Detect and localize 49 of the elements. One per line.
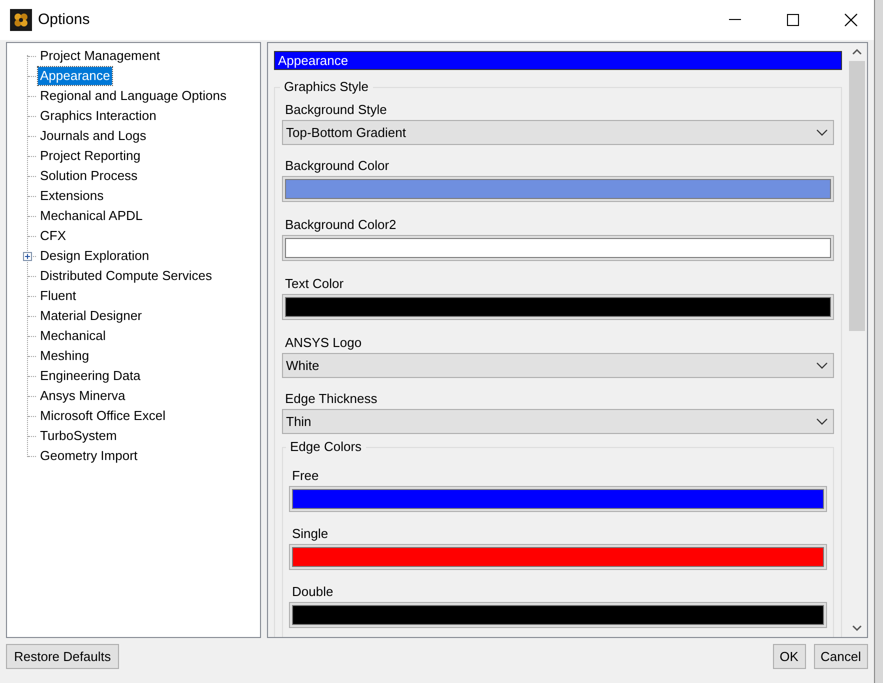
tree-item[interactable]: Microsoft Office Excel (38, 407, 168, 425)
tree-item[interactable]: Solution Process (38, 167, 140, 185)
tree-item[interactable]: Mechanical (38, 327, 108, 345)
app-logo-icon (10, 9, 32, 31)
field-label: Background Color2 (285, 217, 396, 233)
field-label: Background Color (285, 158, 390, 174)
ok-button[interactable]: OK (772, 644, 806, 669)
cancel-button[interactable]: Cancel (814, 644, 868, 669)
tree-item[interactable]: Design Exploration (38, 247, 152, 265)
page-heading: Appearance (274, 51, 842, 70)
group-title: Edge Colors (286, 439, 366, 455)
scroll-thumb[interactable] (849, 61, 865, 331)
chevron-down-icon (816, 362, 828, 370)
tree-item[interactable]: Appearance (38, 67, 112, 85)
tree-item[interactable]: Project Management (38, 47, 162, 65)
field-label: Free (292, 468, 319, 484)
tree-item[interactable]: Engineering Data (38, 367, 142, 385)
tree-item[interactable]: Distributed Compute Services (38, 267, 214, 285)
field-label: Edge Thickness (285, 391, 378, 407)
window-title: Options (38, 10, 90, 30)
tree-item[interactable]: CFX (38, 227, 68, 245)
field-label: Single (292, 526, 328, 542)
dropdown[interactable]: White (282, 353, 834, 378)
field-label: Background Style (285, 102, 387, 118)
tree-item[interactable]: Fluent (38, 287, 78, 305)
field-label: Double (292, 584, 334, 600)
dropdown[interactable]: Top-Bottom Gradient (282, 120, 834, 145)
tree-item[interactable]: Project Reporting (38, 147, 142, 165)
chevron-down-icon (816, 418, 828, 426)
close-icon (844, 13, 858, 27)
tree-item[interactable]: Extensions (38, 187, 106, 205)
minimize-icon (729, 19, 741, 21)
dropdown[interactable]: Thin (282, 409, 834, 434)
tree-item[interactable]: Mechanical APDL (38, 207, 145, 225)
tree-item[interactable]: Regional and Language Options (38, 87, 228, 105)
tree-item[interactable]: TurboSystem (38, 427, 119, 445)
tree-item[interactable]: Material Designer (38, 307, 144, 325)
chevron-down-icon (816, 128, 828, 136)
field-label: Text Color (285, 276, 344, 292)
tree-item[interactable]: Geometry Import (38, 447, 140, 465)
maximize-icon (787, 14, 799, 26)
tree-item[interactable]: Ansys Minerva (38, 387, 128, 405)
tree-item[interactable]: Graphics Interaction (38, 107, 158, 125)
expand-icon[interactable] (23, 252, 32, 260)
field-label: ANSYS Logo (285, 335, 362, 351)
tree-item[interactable]: Journals and Logs (38, 127, 148, 145)
group-title: Graphics Style (280, 79, 373, 95)
restore-defaults-button[interactable]: Restore Defaults (6, 644, 119, 669)
tree-item[interactable]: Meshing (38, 347, 92, 365)
